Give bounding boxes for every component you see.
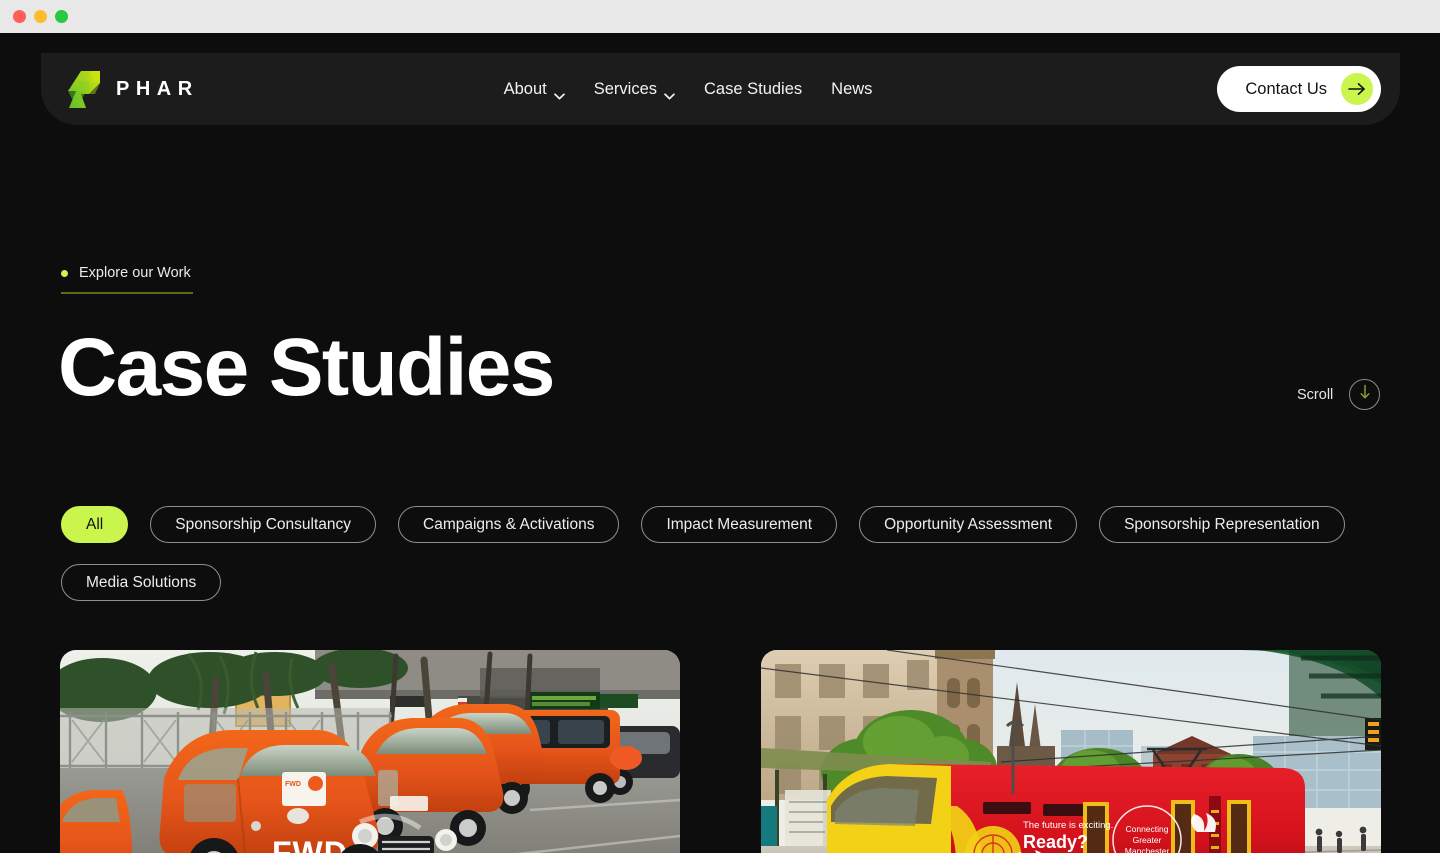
- page-viewport: PHAR About Services C: [0, 33, 1440, 853]
- nav-item-case-studies-label: Case Studies: [704, 80, 802, 99]
- filter-chip-impact-measurement[interactable]: Impact Measurement: [641, 506, 837, 543]
- window-close-button[interactable]: [13, 10, 26, 23]
- phar-p-logo-icon: [67, 70, 103, 108]
- scroll-down-button[interactable]: [1349, 379, 1380, 410]
- case-study-card[interactable]: FWD: [60, 650, 680, 853]
- nav-item-news[interactable]: News: [831, 80, 872, 99]
- page-title: Case Studies: [58, 327, 554, 409]
- case-study-card[interactable]: Metrolink 3093: [761, 650, 1381, 853]
- window-zoom-button[interactable]: [55, 10, 68, 23]
- contact-us-button[interactable]: Contact Us: [1217, 66, 1381, 112]
- arrow-right-icon: [1341, 73, 1373, 105]
- main-navigation: About Services Case Studies: [159, 80, 1218, 99]
- bullet-dot-icon: [61, 270, 68, 277]
- svg-text:Greater: Greater: [1133, 835, 1162, 845]
- chevron-down-icon: [554, 86, 565, 93]
- nav-item-news-label: News: [831, 80, 872, 99]
- nav-item-case-studies[interactable]: Case Studies: [704, 80, 802, 99]
- svg-text:FWD: FWD: [285, 781, 301, 788]
- eyebrow: Explore our Work: [61, 265, 193, 294]
- svg-text:Ready?: Ready?: [1023, 832, 1088, 852]
- arrow-down-icon: [1359, 384, 1371, 405]
- window-minimize-button[interactable]: [34, 10, 47, 23]
- svg-text:FWD: FWD: [272, 835, 348, 853]
- chevron-down-icon: [664, 86, 675, 93]
- scroll-cue[interactable]: Scroll: [1297, 379, 1380, 410]
- filter-chip-opportunity-assessment[interactable]: Opportunity Assessment: [859, 506, 1077, 543]
- filter-chip-sponsorship-consultancy[interactable]: Sponsorship Consultancy: [150, 506, 376, 543]
- svg-text:Manchester: Manchester: [1125, 846, 1170, 853]
- category-filter-list: All Sponsorship Consultancy Campaigns & …: [61, 506, 1381, 601]
- nav-item-about[interactable]: About: [504, 80, 565, 99]
- case-study-image-fwd-minis: FWD: [60, 650, 680, 853]
- filter-chip-campaigns-activations[interactable]: Campaigns & Activations: [398, 506, 619, 543]
- scroll-label: Scroll: [1297, 387, 1333, 403]
- contact-us-label: Contact Us: [1245, 80, 1327, 99]
- case-study-image-vodafone-tram: Metrolink 3093: [761, 650, 1381, 853]
- nav-item-services[interactable]: Services: [594, 80, 675, 99]
- case-study-grid: FWD: [60, 650, 1380, 853]
- site-header: PHAR About Services C: [41, 53, 1400, 125]
- filter-chip-all[interactable]: All: [61, 506, 128, 543]
- filter-chip-media-solutions[interactable]: Media Solutions: [61, 564, 221, 601]
- browser-chrome: [0, 0, 1440, 33]
- svg-text:The future is exciting.: The future is exciting.: [1023, 820, 1113, 831]
- nav-item-about-label: About: [504, 80, 547, 99]
- nav-item-services-label: Services: [594, 80, 657, 99]
- svg-text:Connecting: Connecting: [1125, 824, 1168, 834]
- filter-chip-sponsorship-representation[interactable]: Sponsorship Representation: [1099, 506, 1345, 543]
- eyebrow-label: Explore our Work: [79, 265, 191, 281]
